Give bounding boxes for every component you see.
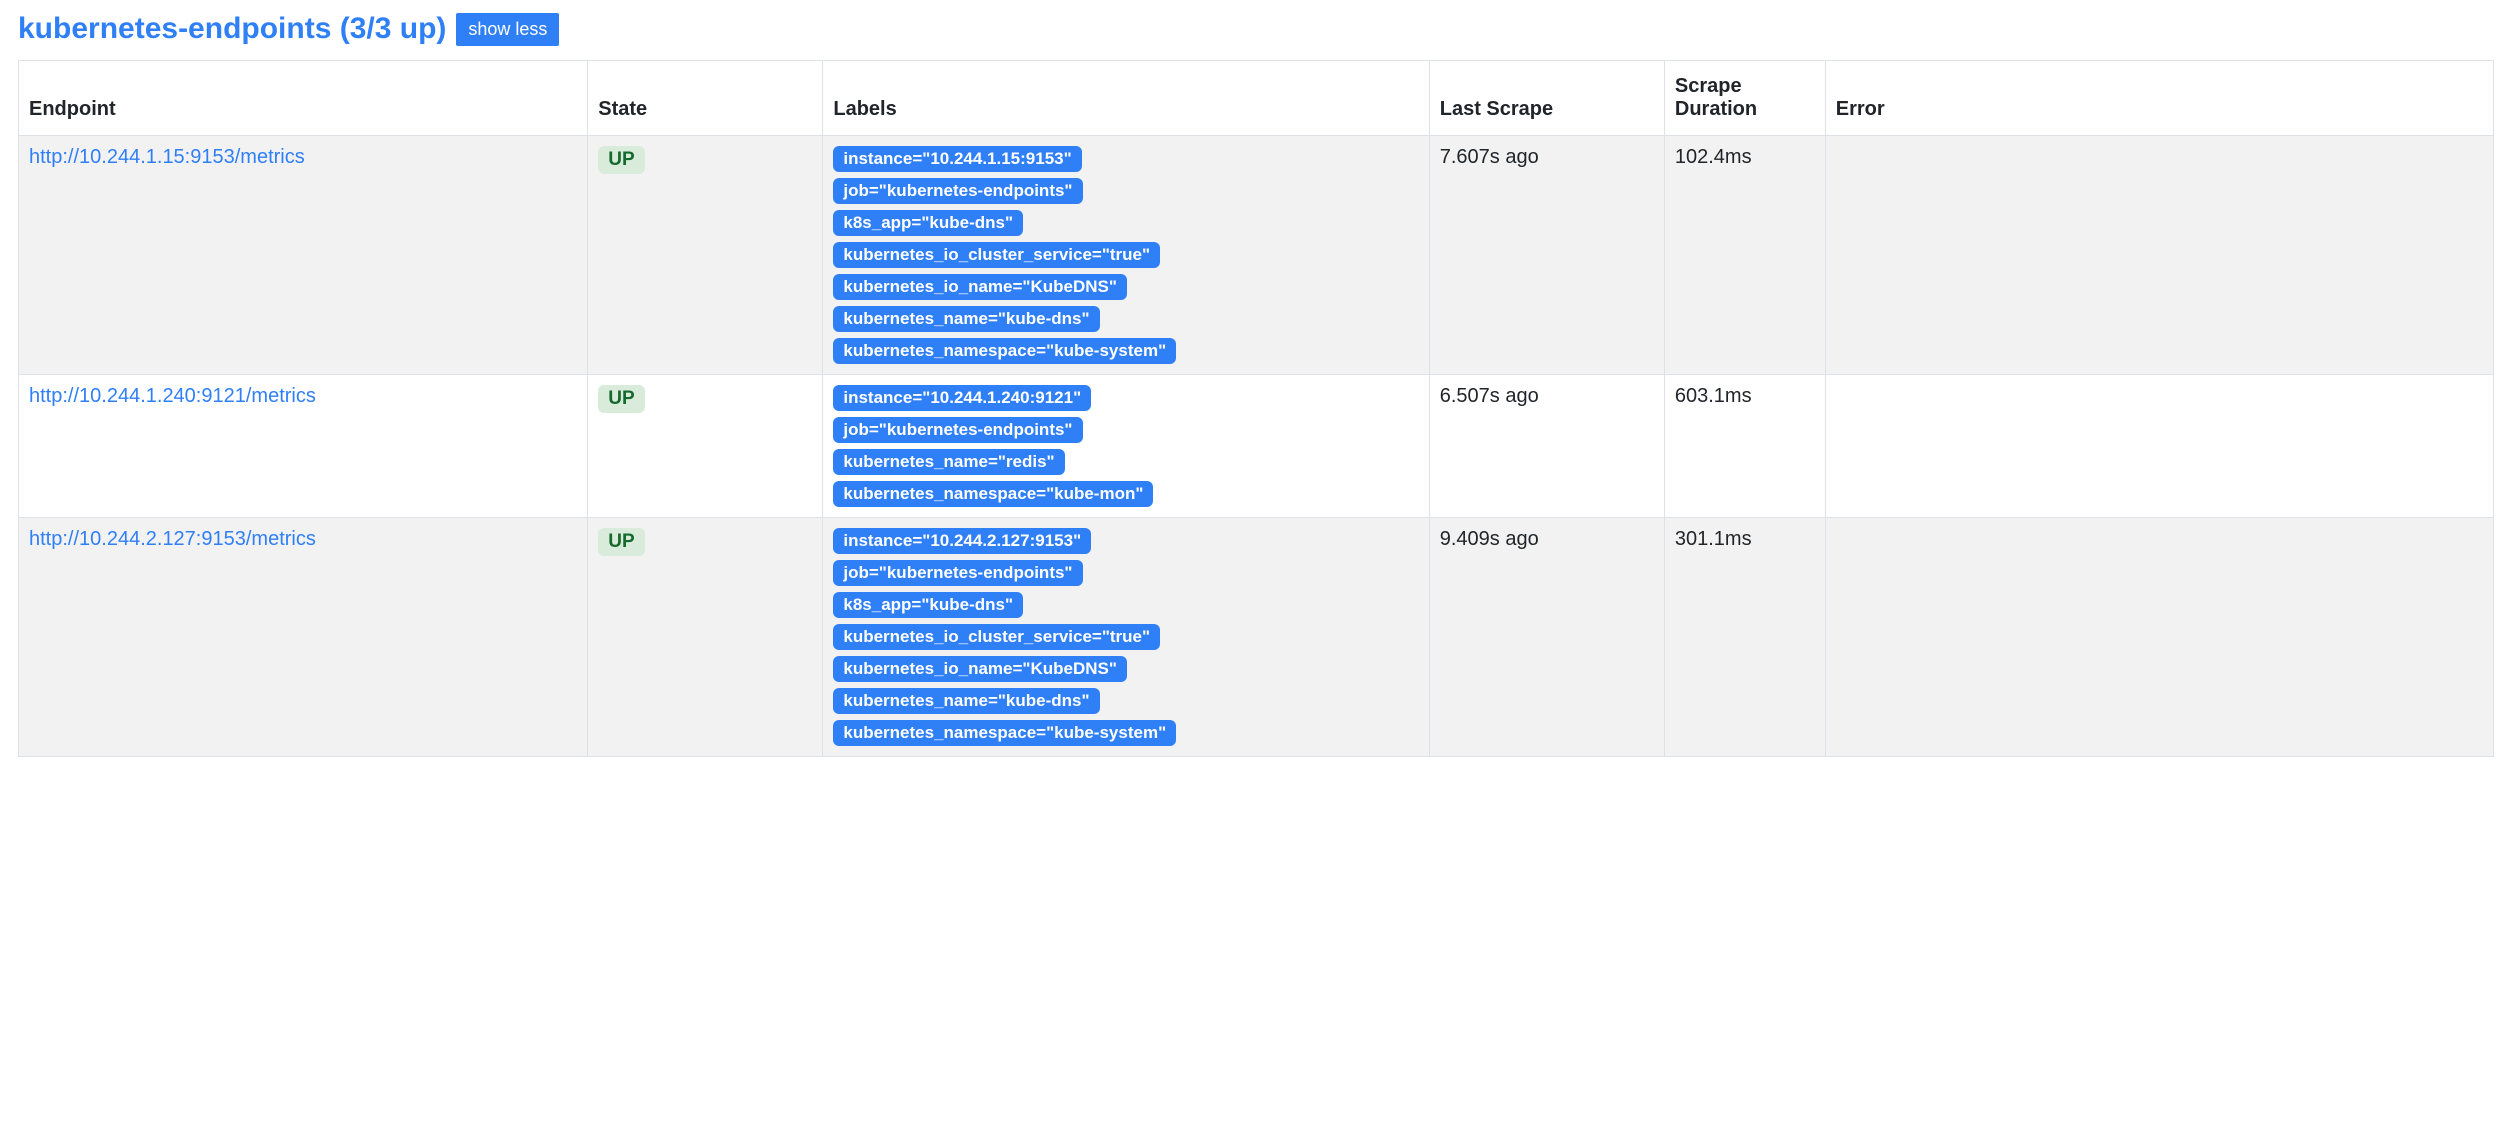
- endpoint-link[interactable]: http://10.244.1.15:9153/metrics: [29, 146, 305, 168]
- label-pill: kubernetes_io_cluster_service="true": [833, 624, 1160, 650]
- label-pill: instance="10.244.1.240:9121": [833, 385, 1091, 411]
- last-scrape-cell: 6.507s ago: [1429, 375, 1664, 518]
- labels-wrap: instance="10.244.1.15:9153" job="kubernet…: [833, 146, 1418, 364]
- label-pill: kubernetes_namespace="kube-system": [833, 720, 1176, 746]
- table-header-row: Endpoint State Labels Last Scrape Scrape…: [19, 61, 2494, 136]
- label-pill: k8s_app="kube-dns": [833, 592, 1023, 618]
- error-cell: [1825, 136, 2493, 375]
- labels-wrap: instance="10.244.1.240:9121" job="kuberne…: [833, 385, 1418, 507]
- endpoint-link[interactable]: http://10.244.2.127:9153/metrics: [29, 528, 316, 550]
- state-badge: UP: [598, 385, 644, 413]
- targets-table: Endpoint State Labels Last Scrape Scrape…: [18, 60, 2494, 757]
- error-cell: [1825, 375, 2493, 518]
- col-state: State: [588, 61, 823, 136]
- endpoint-link[interactable]: http://10.244.1.240:9121/metrics: [29, 385, 316, 407]
- col-endpoint: Endpoint: [19, 61, 588, 136]
- table-row: http://10.244.1.15:9153/metrics UP instanc…: [19, 136, 2494, 375]
- pool-header: kubernetes-endpoints (3/3 up) show less: [18, 12, 2494, 46]
- label-pill: instance="10.244.1.15:9153": [833, 146, 1081, 172]
- table-row: http://10.244.1.240:9121/metrics UP instan…: [19, 375, 2494, 518]
- scrape-duration-cell: 102.4ms: [1664, 136, 1825, 375]
- col-labels: Labels: [823, 61, 1429, 136]
- label-pill: kubernetes_name="kube-dns": [833, 306, 1099, 332]
- col-scrape-duration: Scrape Duration: [1664, 61, 1825, 136]
- label-pill: job="kubernetes-endpoints": [833, 178, 1082, 204]
- state-badge: UP: [598, 146, 644, 174]
- label-pill: kubernetes_namespace="kube-mon": [833, 481, 1153, 507]
- label-pill: kubernetes_io_name="KubeDNS": [833, 656, 1127, 682]
- last-scrape-cell: 9.409s ago: [1429, 518, 1664, 757]
- table-row: http://10.244.2.127:9153/metrics UP instan…: [19, 518, 2494, 757]
- label-pill: kubernetes_name="kube-dns": [833, 688, 1099, 714]
- label-pill: job="kubernetes-endpoints": [833, 560, 1082, 586]
- labels-wrap: instance="10.244.2.127:9153" job="kuberne…: [833, 528, 1418, 746]
- col-last-scrape: Last Scrape: [1429, 61, 1664, 136]
- col-error: Error: [1825, 61, 2493, 136]
- state-badge: UP: [598, 528, 644, 556]
- label-pill: kubernetes_namespace="kube-system": [833, 338, 1176, 364]
- label-pill: kubernetes_io_cluster_service="true": [833, 242, 1160, 268]
- label-pill: kubernetes_io_name="KubeDNS": [833, 274, 1127, 300]
- error-cell: [1825, 518, 2493, 757]
- show-less-button[interactable]: show less: [456, 13, 559, 46]
- pool-title[interactable]: kubernetes-endpoints (3/3 up): [18, 12, 446, 46]
- label-pill: k8s_app="kube-dns": [833, 210, 1023, 236]
- scrape-duration-cell: 603.1ms: [1664, 375, 1825, 518]
- label-pill: instance="10.244.2.127:9153": [833, 528, 1091, 554]
- last-scrape-cell: 7.607s ago: [1429, 136, 1664, 375]
- scrape-duration-cell: 301.1ms: [1664, 518, 1825, 757]
- label-pill: kubernetes_name="redis": [833, 449, 1064, 475]
- label-pill: job="kubernetes-endpoints": [833, 417, 1082, 443]
